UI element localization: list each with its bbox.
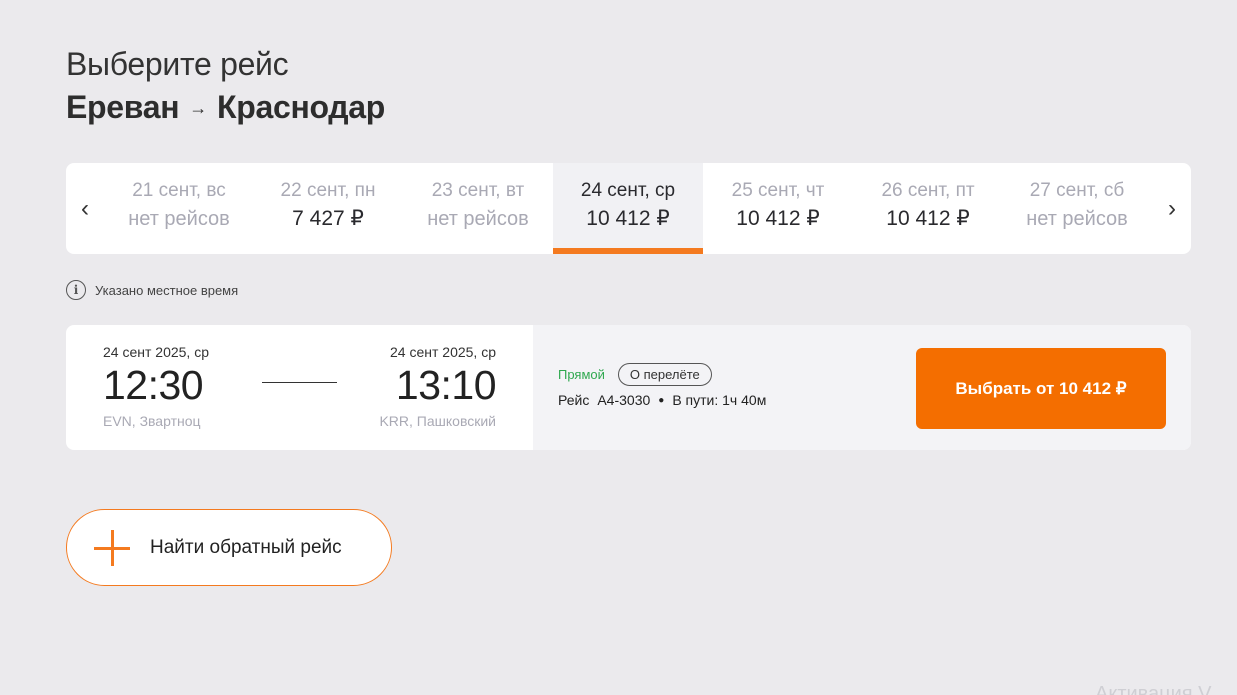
plus-icon — [94, 529, 130, 566]
local-time-note-text: Указано местное время — [95, 282, 239, 298]
date-tab-price: нет рейсов — [128, 208, 230, 230]
flight-duration: В пути: 1ч 40м — [672, 392, 767, 408]
activation-watermark: Активация V — [1095, 683, 1212, 695]
flight-meta-row: Прямой О перелёте — [558, 363, 766, 386]
page-title: Выберите рейс — [66, 46, 289, 82]
route-title: Ереван → Краснодар — [66, 84, 385, 130]
date-tab-date: 23 сент, вт — [431, 180, 525, 201]
date-tab-price: 10 412 ₽ — [736, 207, 820, 230]
page-heading: Выберите рейс Ереван → Краснодар — [66, 44, 385, 130]
find-return-flight-label: Найти обратный рейс — [150, 536, 342, 558]
info-icon: i — [66, 280, 86, 300]
date-tab-price: 7 427 ₽ — [292, 207, 364, 230]
flight-card: 24 сент 2025, ср 12:30 EVN, Звартноц 24 … — [66, 325, 1191, 450]
date-tab-date: 24 сент, ср — [580, 180, 676, 201]
date-tab-date: 27 сент, сб — [1029, 180, 1125, 201]
flight-route-line — [262, 382, 337, 383]
date-tab-23[interactable]: 23 сент, вт нет рейсов — [403, 163, 553, 254]
date-tab-26[interactable]: 26 сент, пт 10 412 ₽ — [853, 163, 1003, 254]
flight-number: А4-3030 — [597, 392, 651, 408]
date-tab-24-selected[interactable]: 24 сент, ср 10 412 ₽ — [553, 163, 703, 254]
departure-date: 24 сент 2025, ср — [103, 344, 209, 360]
local-time-note: i Указано местное время — [66, 280, 238, 300]
date-tab-date: 26 сент, пт — [881, 180, 975, 201]
chevron-left-icon[interactable]: ‹ — [66, 163, 104, 254]
date-tab-price: 10 412 ₽ — [586, 207, 670, 230]
date-tab-date: 22 сент, пн — [280, 180, 376, 201]
date-tab-price: нет рейсов — [1026, 208, 1128, 230]
flight-selection-page: Выберите рейс Ереван → Краснодар ‹ 21 се… — [0, 0, 1237, 695]
departure-time: 12:30 — [103, 362, 204, 408]
date-tab-price: нет рейсов — [427, 208, 529, 230]
arrival-airport: KRR, Пашковский — [379, 413, 496, 429]
date-tab-27[interactable]: 27 сент, сб нет рейсов — [1002, 163, 1152, 254]
date-tab-22[interactable]: 22 сент, пн 7 427 ₽ — [253, 163, 403, 254]
arrival-time: 13:10 — [395, 362, 497, 408]
route-to: Краснодар — [216, 89, 386, 125]
direct-flight-badge: Прямой — [558, 367, 605, 382]
route-arrow-icon: → — [189, 98, 207, 118]
date-tab-25[interactable]: 25 сент, чт 10 412 ₽ — [703, 163, 853, 254]
date-tab-date: 25 сент, чт — [731, 180, 825, 201]
departure-block: 24 сент 2025, ср 12:30 EVN, Звартноц — [103, 344, 209, 429]
departure-airport: EVN, Звартноц — [103, 413, 201, 429]
date-tab-date: 21 сент, вс — [132, 180, 226, 201]
flight-meta: Прямой О перелёте Рейс А4-3030 ● В пути:… — [558, 363, 766, 408]
select-flight-button[interactable]: Выбрать от 10 412 ₽ — [916, 348, 1166, 429]
about-flight-button[interactable]: О перелёте — [617, 363, 712, 386]
separator-dot-icon: ● — [658, 394, 665, 406]
date-tab-21[interactable]: 21 сент, вс нет рейсов — [104, 163, 254, 254]
find-return-flight-button[interactable]: Найти обратный рейс — [66, 509, 392, 586]
flight-label: Рейс — [558, 392, 590, 408]
date-selector: ‹ 21 сент, вс нет рейсов 22 сент, пн 7 4… — [66, 163, 1191, 254]
arrival-date: 24 сент 2025, ср — [390, 344, 496, 360]
flight-details: Рейс А4-3030 ● В пути: 1ч 40м — [558, 392, 766, 408]
chevron-right-icon[interactable]: › — [1153, 163, 1191, 254]
route-from: Ереван — [66, 89, 180, 125]
arrival-block: 24 сент 2025, ср 13:10 KRR, Пашковский — [379, 344, 496, 429]
date-tab-price: 10 412 ₽ — [886, 207, 970, 230]
